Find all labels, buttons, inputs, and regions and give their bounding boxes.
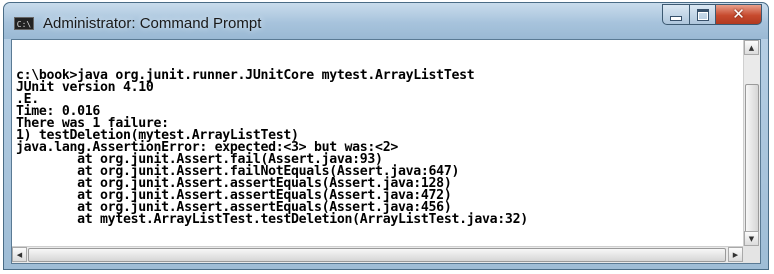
- console-client-area: c:\book>java org.junit.runner.JUnitCore …: [11, 39, 761, 264]
- scroll-down-icon[interactable]: ▼: [744, 231, 759, 246]
- scrollbar-corner: [743, 246, 760, 263]
- maximize-icon: [696, 8, 709, 21]
- window-controls: ✕: [662, 4, 762, 25]
- scroll-up-icon[interactable]: ▲: [744, 40, 759, 55]
- vertical-scroll-thumb[interactable]: [745, 84, 759, 234]
- minimize-button[interactable]: [662, 4, 690, 25]
- console-line: at mytest.ArrayListTest.testDeletion(Arr…: [16, 212, 528, 227]
- close-button[interactable]: ✕: [716, 4, 762, 25]
- vertical-scrollbar[interactable]: ▲ ▼: [743, 40, 760, 246]
- console-line: .E.: [16, 92, 39, 107]
- close-icon: ✕: [732, 5, 745, 23]
- minimize-icon: [670, 16, 682, 21]
- window-title: Administrator: Command Prompt: [43, 15, 262, 32]
- title-bar[interactable]: C:\ Administrator: Command Prompt ✕: [4, 3, 768, 39]
- command-prompt-window: C:\ Administrator: Command Prompt ✕ c:\b…: [3, 2, 769, 270]
- console-output[interactable]: c:\book>java org.junit.runner.JUnitCore …: [12, 40, 743, 246]
- console-lines: c:\book>java org.junit.runner.JUnitCore …: [12, 40, 743, 226]
- scroll-left-icon[interactable]: ◀: [12, 247, 27, 262]
- horizontal-scrollbar[interactable]: ◀ ▶: [12, 246, 743, 263]
- maximize-button[interactable]: [690, 4, 716, 25]
- console-line: JUnit version 4.10: [16, 80, 154, 95]
- cmd-icon[interactable]: C:\: [14, 17, 34, 30]
- horizontal-scroll-thumb[interactable]: [28, 248, 726, 262]
- scroll-right-icon[interactable]: ▶: [728, 247, 743, 262]
